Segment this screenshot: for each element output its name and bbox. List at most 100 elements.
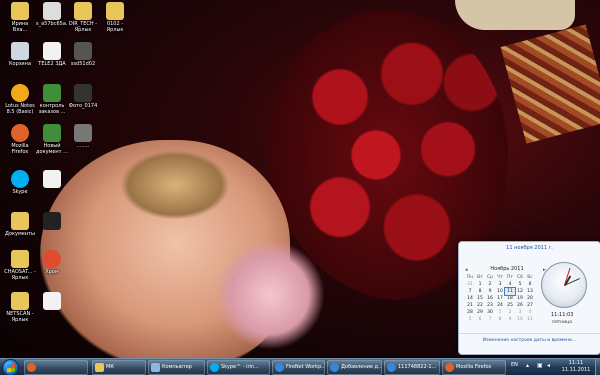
taskbar-button[interactable]: Компьютер: [148, 360, 205, 375]
calendar-day-cell[interactable]: 30: [485, 309, 495, 316]
desktop-icon[interactable]: Хром: [36, 250, 68, 281]
calendar-day-cell[interactable]: 6: [475, 316, 485, 323]
taskbar-button[interactable]: 111748822-1...: [384, 360, 440, 375]
desktop-icon[interactable]: TELE2 3ДА: [36, 42, 68, 73]
document-icon: [43, 292, 61, 310]
lotus-notes-icon: [11, 84, 29, 102]
desktop-icon[interactable]: Корзина: [4, 42, 36, 73]
calendar-today-cell[interactable]: 11: [504, 287, 516, 296]
calendar-day-cell[interactable]: 7: [465, 288, 475, 295]
calendar-day-cell[interactable]: 14: [465, 295, 475, 302]
calendar-day-cell[interactable]: 9: [505, 316, 515, 323]
show-desktop-button[interactable]: [595, 359, 600, 375]
calendar-day-cell[interactable]: 26: [515, 302, 525, 309]
taskbar-button-label: Skype™ - irin...: [221, 364, 259, 370]
desktop-icon[interactable]: Skype: [4, 170, 36, 201]
change-date-time-settings-link[interactable]: Изменение настроек даты и времени...: [459, 338, 600, 343]
desktop-icon[interactable]: [36, 170, 68, 201]
calendar-day-cell[interactable]: 28: [465, 309, 475, 316]
volume-icon[interactable]: ◂: [547, 362, 550, 369]
calendar-day-cell[interactable]: 10: [515, 316, 525, 323]
ie-icon: [275, 363, 284, 372]
calendar-day-cell[interactable]: 16: [485, 295, 495, 302]
desktop-icon-label: Mozilla Firefox: [11, 143, 29, 155]
desktop-icon[interactable]: DIR_TECH - Ярлык: [67, 2, 99, 33]
desktop-icon[interactable]: 0102 - Ярлык: [99, 2, 131, 33]
calendar-day-cell[interactable]: 20: [525, 295, 535, 302]
taskbar-button[interactable]: FireNet Workp...: [272, 360, 325, 375]
firefox-icon: [27, 363, 36, 372]
desktop-icon[interactable]: CHAOSAT... - Ярлык: [4, 250, 36, 281]
calendar-day-cell[interactable]: 3: [515, 309, 525, 316]
calendar-day-cell[interactable]: 5: [465, 316, 475, 323]
wallpaper-hair: [120, 150, 230, 220]
desktop-icon[interactable]: NETSCAN - Ярлык: [4, 292, 36, 323]
calendar-month-title[interactable]: Ноябрь 2011: [467, 266, 547, 272]
taskbar-button[interactable]: [24, 360, 88, 375]
calendar-day-cell[interactable]: 17: [495, 295, 505, 302]
desktop-icon[interactable]: ssd51d02: [67, 42, 99, 73]
image-file-icon: [74, 42, 92, 60]
calendar-day-cell[interactable]: 1: [495, 309, 505, 316]
desktop[interactable]: Ирина Вла... s_a57bc65a... DIR_TECH - Ярлы…: [0, 0, 600, 375]
calendar-day-cell[interactable]: 12: [515, 288, 525, 295]
calendar-day-cell[interactable]: 9: [485, 288, 495, 295]
taskbar-clock-time: 11:11: [568, 360, 584, 366]
desktop-icon[interactable]: Ирина Вла...: [4, 2, 36, 33]
taskbar-button[interactable]: Mozilla Firefox: [442, 360, 506, 375]
calendar-day-cell[interactable]: 5: [515, 281, 525, 288]
desktop-icon[interactable]: Новый документ ...: [36, 124, 68, 155]
calendar-day-cell[interactable]: 15: [475, 295, 485, 302]
desktop-icon[interactable]: [36, 292, 68, 323]
tray-expand-icon[interactable]: ▴: [526, 362, 529, 369]
recycle-bin-icon: [11, 42, 29, 60]
calendar-day-cell[interactable]: 23: [485, 302, 495, 309]
calendar-day-cell[interactable]: 27: [525, 302, 535, 309]
folder-shortcut-icon: [11, 250, 29, 268]
taskbar-button[interactable]: Добавление д...: [327, 360, 382, 375]
desktop-icon[interactable]: ........: [67, 124, 99, 155]
calendar-day-cell[interactable]: 13: [525, 288, 535, 295]
calendar-day-cell[interactable]: 2: [505, 309, 515, 316]
calendar-day-cell[interactable]: 2: [485, 281, 495, 288]
calendar-day-cell[interactable]: 3: [495, 281, 505, 288]
calendar-day-cell[interactable]: 29: [475, 309, 485, 316]
desktop-icon[interactable]: Фото_0174: [67, 84, 99, 115]
calendar-day-cell[interactable]: 8: [475, 288, 485, 295]
documents-folder-icon: [11, 212, 29, 230]
calendar-day-cell[interactable]: 24: [495, 302, 505, 309]
calendar-day-cell[interactable]: 25: [505, 302, 515, 309]
weekday-header: Пн: [466, 275, 474, 280]
calendar-day-cell[interactable]: 31: [465, 281, 475, 288]
calendar-day-cell[interactable]: 6: [525, 281, 535, 288]
desktop-icon[interactable]: Lotus Notes 8.5 (Basic): [4, 84, 36, 115]
calendar-day-cell[interactable]: 7: [485, 316, 495, 323]
desktop-icon[interactable]: контроль заказов ...: [36, 84, 68, 115]
calendar-day-cell[interactable]: 1: [475, 281, 485, 288]
skype-icon: [11, 170, 29, 188]
calendar-day-cell[interactable]: 11: [525, 316, 535, 323]
taskbar-button-label: МК: [106, 364, 114, 370]
network-icon[interactable]: ▣: [537, 362, 543, 369]
calendar-day-cell[interactable]: 18: [505, 295, 515, 302]
desktop-icon[interactable]: s_a57bc65a...: [36, 2, 68, 33]
calendar-day-cell[interactable]: 4: [525, 309, 535, 316]
calendar-day-cell[interactable]: 10: [495, 288, 505, 295]
taskbar-button[interactable]: Skype™ - irin...: [207, 360, 270, 375]
taskbar-clock[interactable]: 11:11 11.11.2011: [558, 360, 594, 374]
desktop-icon[interactable]: Документы: [4, 212, 36, 243]
desktop-icon-label: [36, 189, 68, 201]
calendar-day-cell[interactable]: 22: [475, 302, 485, 309]
language-indicator[interactable]: EN: [511, 362, 518, 368]
calendar-day-cell[interactable]: 19: [515, 295, 525, 302]
calendar-full-date[interactable]: 11 ноября 2011 г.: [459, 245, 600, 251]
calendar-day-cell[interactable]: 4: [505, 281, 515, 288]
calendar-day-cell[interactable]: 8: [495, 316, 505, 323]
image-file-icon: [43, 2, 61, 20]
calendar-day-cell[interactable]: 21: [465, 302, 475, 309]
start-button[interactable]: [2, 359, 19, 375]
calendar-week-row: 28 29 30 1 2 3 4: [465, 309, 535, 316]
desktop-icon[interactable]: Mozilla Firefox: [4, 124, 36, 155]
taskbar-button[interactable]: МК: [92, 360, 146, 375]
desktop-icon[interactable]: [36, 212, 68, 243]
